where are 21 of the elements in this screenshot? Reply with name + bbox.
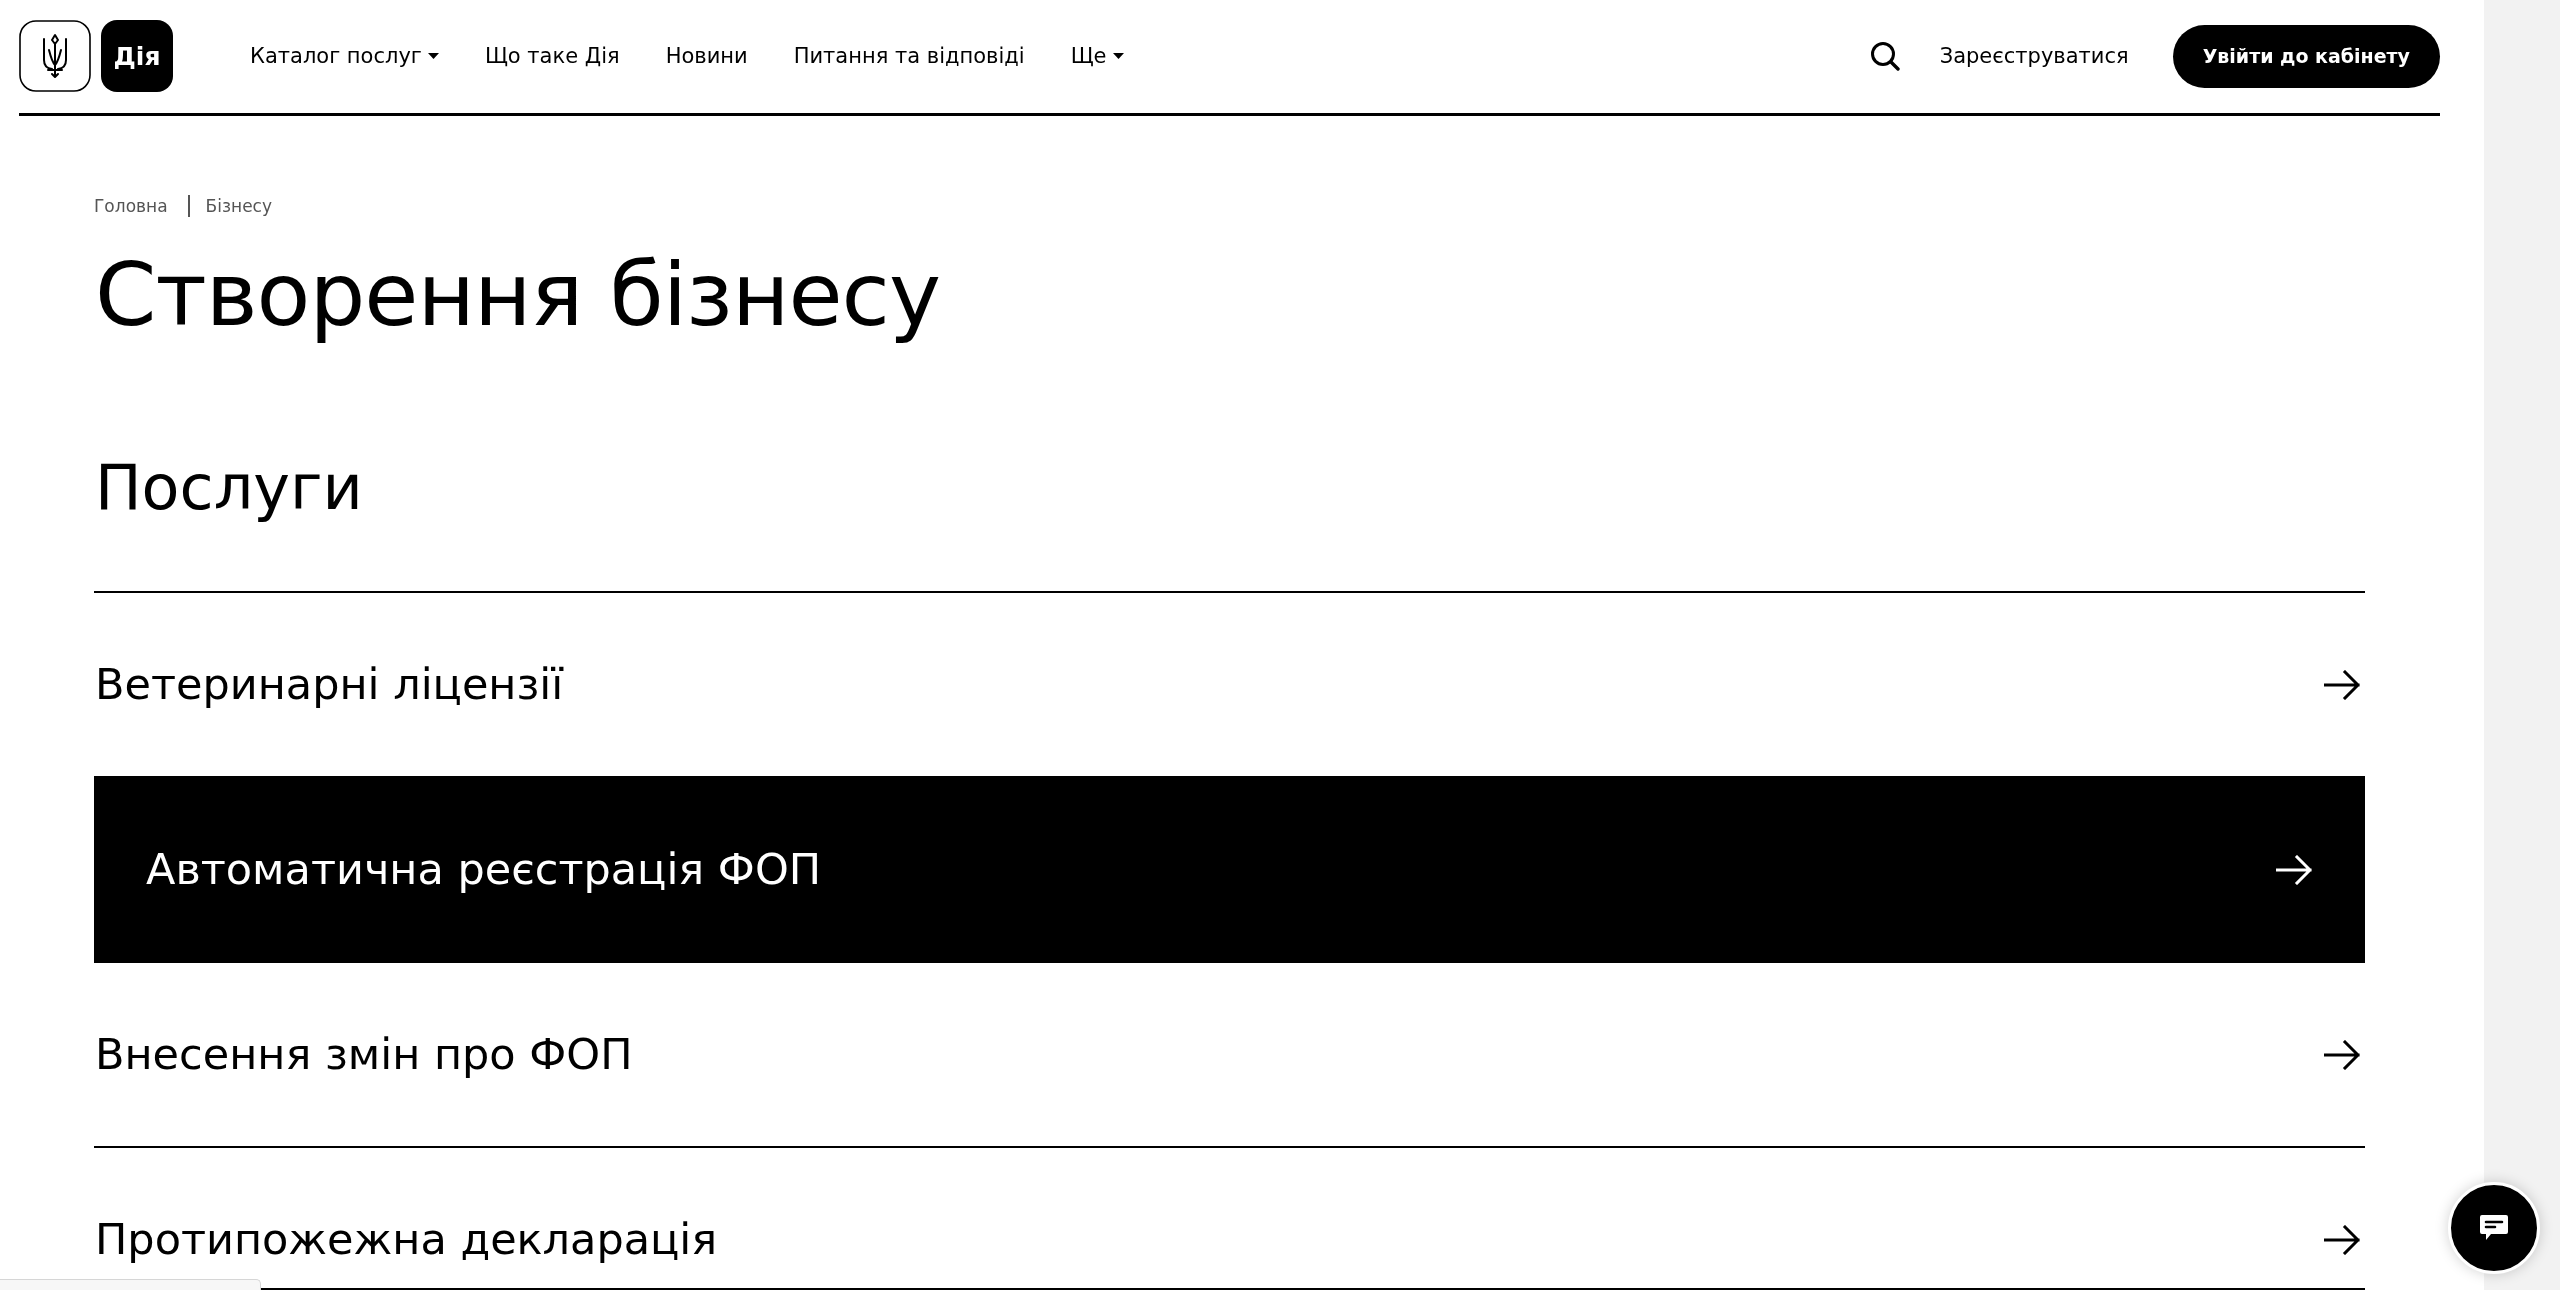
breadcrumb-link[interactable]: Бізнесу (205, 196, 272, 216)
nav-link[interactable]: Новини (665, 44, 748, 68)
nav-link[interactable]: Питання та відповіді (793, 44, 1025, 68)
nav-link[interactable]: Що таке Дія (484, 44, 620, 68)
arrow-right-icon (2276, 855, 2312, 885)
service-link[interactable]: Внесення змін про ФОП (94, 963, 2365, 1148)
chat-bubble-icon (2479, 1214, 2509, 1242)
search-icon[interactable] (1869, 41, 1900, 71)
breadcrumb-link[interactable]: Головна (94, 196, 168, 216)
nav-link[interactable]: Ще (1070, 44, 1124, 68)
login-button[interactable]: Увійти до кабінету (2172, 24, 2440, 88)
trident-icon (19, 20, 91, 92)
nav-link[interactable]: Каталог послуг (250, 44, 439, 68)
arrow-right-icon (2324, 1225, 2360, 1255)
register-link[interactable]: Зареєструватися (1939, 44, 2129, 68)
home-logo-link[interactable]: Дія (101, 20, 173, 92)
service-link[interactable]: Автоматична реєстрація ФОП (94, 778, 2365, 963)
section-heading: Послуги (95, 451, 364, 525)
arrow-right-icon (2324, 1040, 2360, 1070)
page-title: Створення бізнесу (95, 245, 942, 344)
arrow-right-icon (2324, 670, 2360, 700)
